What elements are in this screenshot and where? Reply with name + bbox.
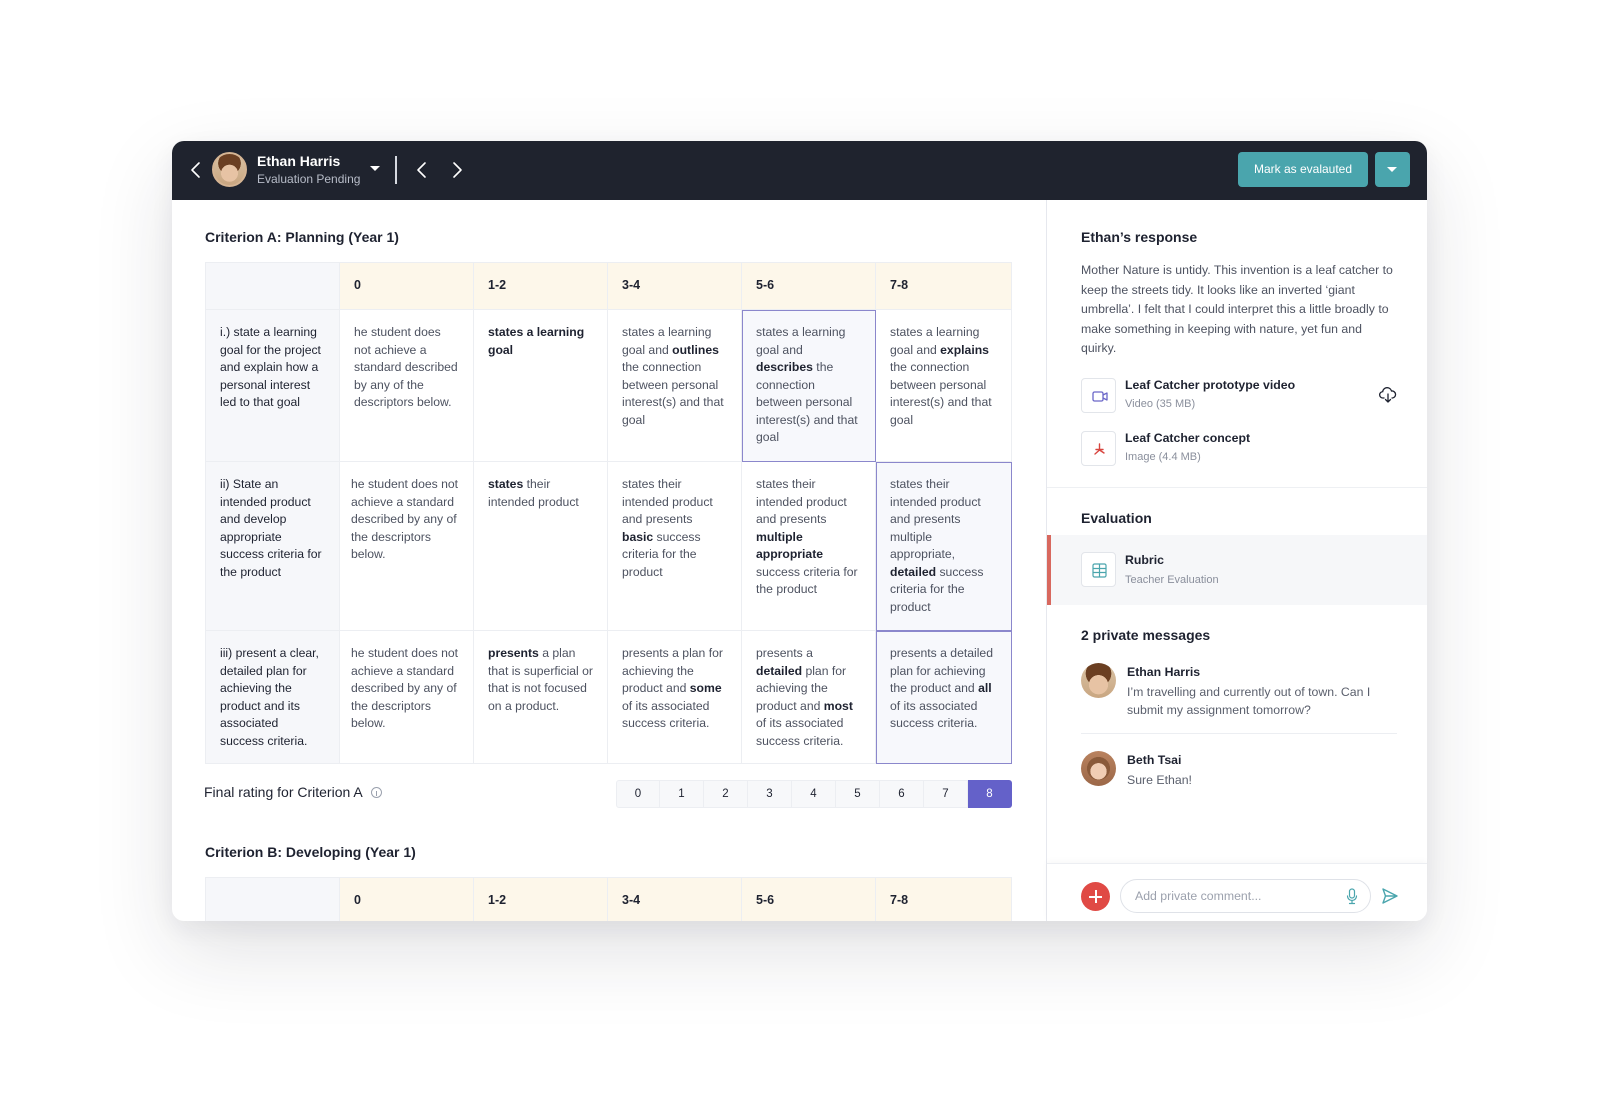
descriptor-cell[interactable]: states a learning goal and explains the … — [875, 309, 1012, 462]
attachment-item[interactable]: Leaf Catcher concept Image (4.4 MB) — [1081, 431, 1401, 467]
table-row: iii) present a clear, detailed plan for … — [205, 630, 1012, 764]
avatar — [1081, 751, 1116, 786]
level-header: 0 — [339, 262, 474, 310]
descriptor-cell[interactable]: states their intended product and presen… — [741, 461, 876, 631]
mark-as-evaluated-button[interactable]: Mark as evalauted — [1238, 152, 1368, 187]
criterion-strand: iii) present a clear, detailed plan for … — [205, 630, 340, 764]
evaluation-item-meta: Teacher Evaluation — [1125, 574, 1219, 586]
avatar — [1081, 663, 1116, 698]
video-icon — [1081, 378, 1116, 413]
mark-options-dropdown-button[interactable] — [1375, 152, 1410, 187]
evaluation-title: Evaluation — [1081, 510, 1152, 526]
descriptor-cell[interactable]: states their intended product — [473, 461, 608, 631]
level-header: 1-2 — [473, 877, 608, 921]
descriptor-cell[interactable]: he student does not achieve a standard d… — [339, 461, 474, 631]
descriptor-cell-selected[interactable]: presents a detailed plan for achieving t… — [875, 630, 1012, 764]
top-bar: Ethan Harris Evaluation Pending Mark as … — [172, 141, 1427, 200]
response-title: Ethan’s response — [1081, 229, 1198, 245]
descriptor-cell[interactable]: presents a detailed plan for achieving t… — [741, 630, 876, 764]
rubric-corner-cell — [205, 877, 340, 921]
level-header: 7-8 — [875, 877, 1012, 921]
message-text: Sure Ethan! — [1127, 773, 1192, 787]
attachment-name: Leaf Catcher concept — [1125, 431, 1251, 445]
back-icon[interactable] — [186, 159, 206, 181]
final-rating-text: Final rating for Criterion A — [204, 784, 363, 800]
rating-option-1[interactable]: 1 — [660, 780, 704, 808]
divider — [395, 156, 397, 184]
messages-title: 2 private messages — [1081, 627, 1211, 643]
add-attachment-button[interactable] — [1081, 882, 1110, 911]
descriptor-cell[interactable]: he student does not achieve a standard d… — [339, 309, 474, 462]
chevron-down-icon — [1387, 167, 1397, 172]
attachment-name: Leaf Catcher prototype video — [1125, 378, 1296, 392]
descriptor-cell[interactable]: states a learning goal — [473, 309, 608, 462]
rating-option-2[interactable]: 2 — [704, 780, 748, 808]
descriptor-cell-selected[interactable]: states a learning goal and describes the… — [741, 309, 876, 462]
level-header: 3-4 — [607, 877, 742, 921]
level-header: 1-2 — [473, 262, 608, 310]
level-header: 5-6 — [741, 877, 876, 921]
pdf-icon — [1081, 431, 1116, 466]
table-row: ii) State an intended product and develo… — [205, 461, 1012, 631]
rubric-header-row: 0 1-2 3-4 5-6 7-8 — [205, 262, 1012, 310]
rating-option-3[interactable]: 3 — [748, 780, 792, 808]
level-header: 0 — [339, 877, 474, 921]
send-icon[interactable] — [1381, 887, 1399, 905]
table-grid-icon — [1081, 552, 1116, 587]
final-rating-label: Final rating for Criterion A — [204, 784, 382, 800]
rating-option-4[interactable]: 4 — [792, 780, 836, 808]
side-panel: Ethan’s response Mother Nature is untidy… — [1046, 200, 1427, 921]
evaluation-rubric-item[interactable]: Rubric Teacher Evaluation — [1047, 535, 1427, 605]
level-header: 7-8 — [875, 262, 1012, 310]
message-author: Ethan Harris — [1127, 665, 1201, 679]
descriptor-cell-selected[interactable]: states their intended product and presen… — [875, 461, 1012, 631]
criterion-a-title: Criterion A: Planning (Year 1) — [205, 229, 399, 245]
message-text: I’m travelling and currently out of town… — [1127, 685, 1371, 717]
criterion-strand: ii) State an intended product and develo… — [205, 461, 340, 631]
comment-composer — [1047, 863, 1427, 921]
rubric-corner-cell — [205, 262, 340, 310]
descriptor-cell[interactable]: presents a plan for achieving the produc… — [607, 630, 742, 764]
rating-option-8-selected[interactable]: 8 — [968, 780, 1012, 808]
evaluation-item-name: Rubric — [1125, 553, 1164, 567]
final-rating-selector: 0 1 2 3 4 5 6 7 8 — [616, 780, 1012, 808]
microphone-icon[interactable] — [1346, 888, 1358, 905]
attachment-meta: Image (4.4 MB) — [1125, 451, 1201, 463]
table-row: i.) state a learning goal for the projec… — [205, 309, 1012, 462]
info-icon[interactable] — [370, 787, 382, 798]
descriptor-cell[interactable]: states their intended product and presen… — [607, 461, 742, 631]
descriptor-cell[interactable]: he student does not achieve a standard d… — [339, 630, 474, 764]
cloud-download-icon[interactable] — [1379, 387, 1397, 403]
level-header: 5-6 — [741, 262, 876, 310]
rating-option-0[interactable]: 0 — [616, 780, 660, 808]
criterion-b-title: Criterion B: Developing (Year 1) — [205, 844, 416, 860]
student-name: Ethan Harris — [257, 153, 341, 169]
private-comment-input[interactable] — [1120, 879, 1371, 913]
response-text: Mother Nature is untidy. This invention … — [1081, 263, 1393, 355]
level-header: 3-4 — [607, 262, 742, 310]
evaluation-status: Evaluation Pending — [257, 172, 361, 186]
criterion-a-rubric-table: 0 1-2 3-4 5-6 7-8 i.) state a learning g… — [205, 262, 1012, 764]
descriptor-cell[interactable]: states a learning goal and outlines the … — [607, 309, 742, 462]
evaluation-window: Ethan Harris Evaluation Pending Mark as … — [172, 141, 1427, 921]
rating-option-6[interactable]: 6 — [880, 780, 924, 808]
student-dropdown-caret-icon[interactable] — [370, 166, 380, 171]
criterion-b-rubric-table: 0 1-2 3-4 5-6 7-8 — [205, 877, 1012, 921]
rating-option-5[interactable]: 5 — [836, 780, 880, 808]
divider — [1081, 733, 1397, 734]
divider — [1047, 487, 1427, 488]
previous-student-icon[interactable] — [412, 159, 432, 181]
rating-option-7[interactable]: 7 — [924, 780, 968, 808]
message-author: Beth Tsai — [1127, 753, 1182, 767]
rubric-panel: Criterion A: Planning (Year 1) 0 1-2 3-4… — [172, 200, 1046, 921]
descriptor-cell[interactable]: presents a plan that is superficial or t… — [473, 630, 608, 764]
student-avatar — [212, 152, 247, 187]
next-student-icon[interactable] — [447, 159, 467, 181]
attachment-item[interactable]: Leaf Catcher prototype video Video (35 M… — [1081, 378, 1401, 414]
rubric-header-row: 0 1-2 3-4 5-6 7-8 — [205, 877, 1012, 921]
criterion-strand: i.) state a learning goal for the projec… — [205, 309, 340, 462]
attachment-meta: Video (35 MB) — [1125, 398, 1196, 410]
